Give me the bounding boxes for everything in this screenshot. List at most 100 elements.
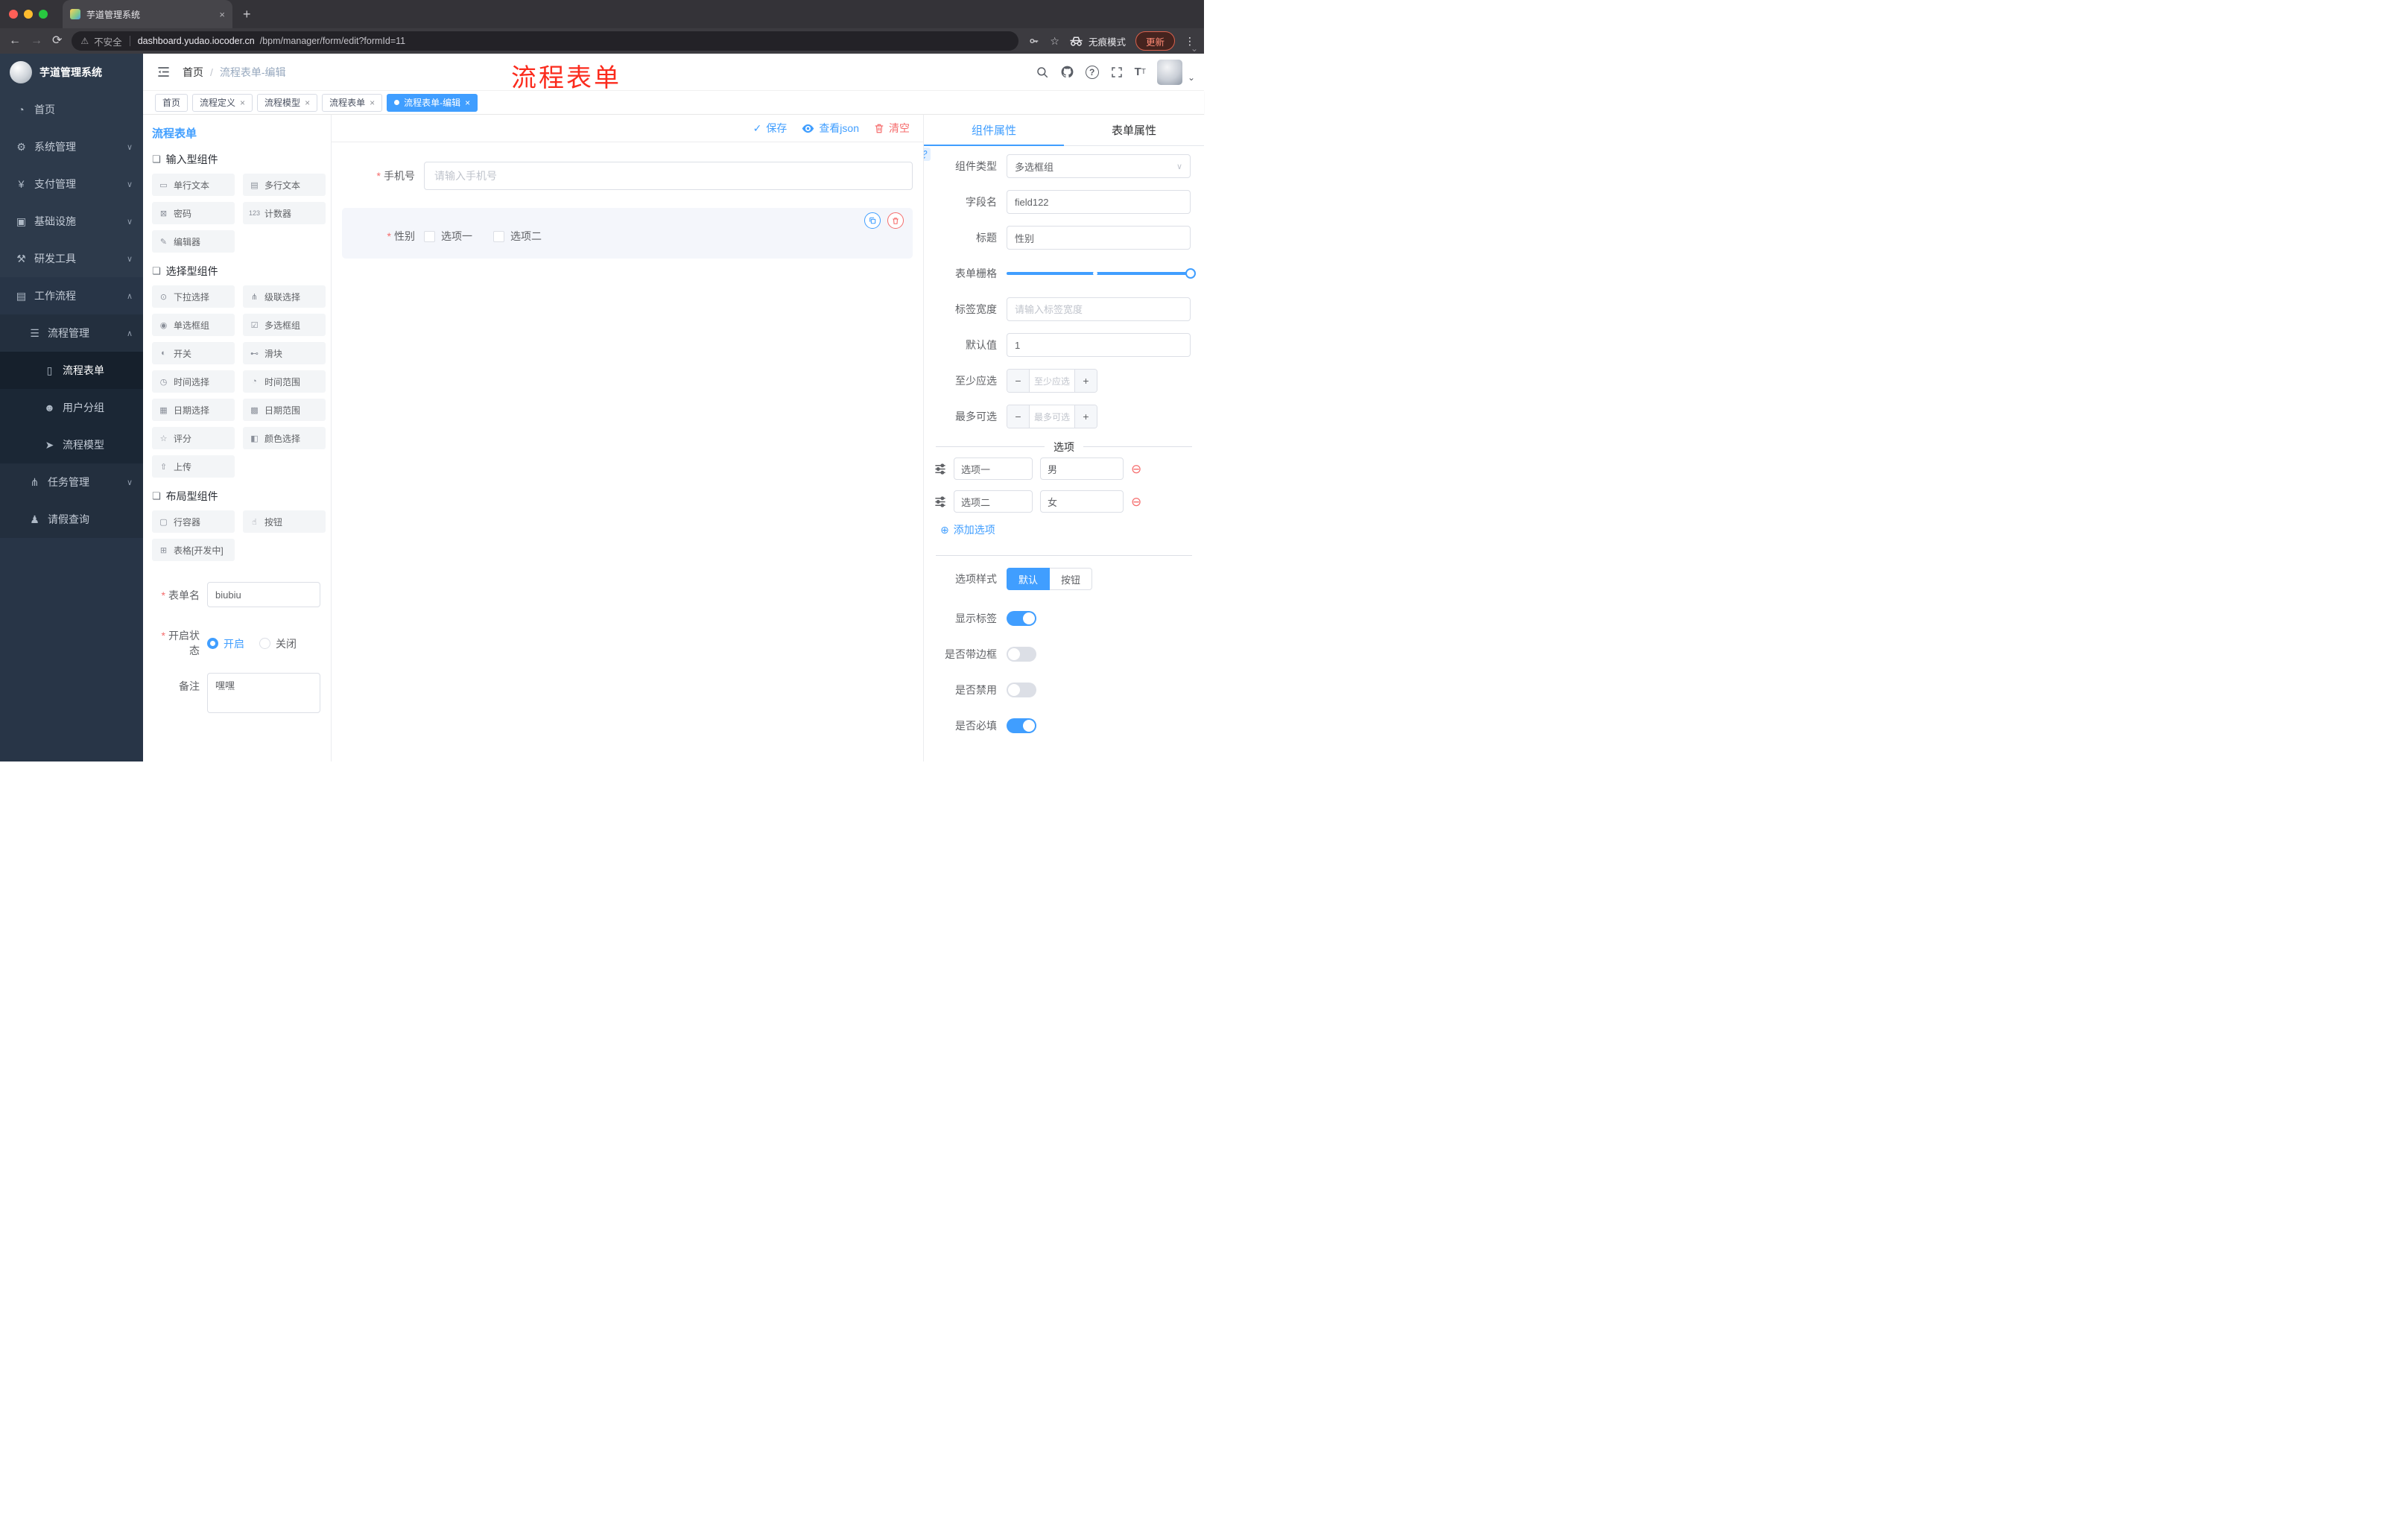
close-icon[interactable]: × — [465, 98, 470, 108]
sidebar-item-devtools[interactable]: ⚒ 研发工具 ∨ — [0, 240, 143, 277]
breadcrumb-home[interactable]: 首页 — [183, 65, 203, 80]
delete-component-button[interactable] — [887, 212, 904, 229]
form-name-input[interactable] — [207, 582, 320, 607]
view-json-button[interactable]: 查看json — [802, 121, 859, 136]
tag-process-form[interactable]: 流程表单 × — [322, 93, 383, 112]
reload-icon[interactable]: ⟳ — [52, 35, 62, 47]
canvas-field-gender-selected[interactable]: 性别 选项一 选项二 — [342, 208, 913, 259]
sidebar-item-process-model[interactable]: ➤ 流程模型 — [0, 426, 143, 463]
update-button[interactable]: 更新 — [1135, 31, 1175, 51]
drag-handle-icon[interactable] — [934, 463, 946, 475]
tab-form-props[interactable]: 表单属性 — [1064, 115, 1204, 145]
grid-slider[interactable] — [1007, 262, 1196, 285]
component-chip-rate[interactable]: ☆ 评分 — [152, 427, 235, 449]
sidebar-item-process-form[interactable]: ▯ 流程表单 — [0, 352, 143, 389]
sidebar-item-task-management[interactable]: ⋔ 任务管理 ∨ — [0, 463, 143, 501]
component-type-select[interactable]: 多选框组 ∨ — [1007, 154, 1191, 178]
key-icon[interactable] — [1028, 35, 1040, 47]
copy-component-button[interactable] — [864, 212, 881, 229]
option-value-input[interactable] — [1040, 457, 1124, 480]
back-icon[interactable]: ← — [9, 35, 21, 47]
close-icon[interactable]: × — [370, 98, 375, 108]
field-name-input[interactable] — [1007, 190, 1191, 214]
slider-handle[interactable] — [1185, 268, 1196, 279]
component-chip-date-range[interactable]: ▩ 日期范围 — [243, 399, 326, 421]
gender-checkbox-option2[interactable]: 选项二 — [493, 229, 542, 244]
label-width-input[interactable] — [1007, 297, 1191, 321]
sidebar-item-home[interactable]: ◔ 首页 — [0, 91, 143, 128]
forward-icon[interactable]: → — [31, 35, 42, 47]
status-radio-off[interactable]: 关闭 — [259, 629, 297, 658]
sidebar-item-user-group[interactable]: ☻ 用户分组 — [0, 389, 143, 426]
gender-checkbox-option1[interactable]: 选项一 — [424, 229, 472, 244]
avatar[interactable] — [1156, 59, 1182, 85]
style-button-button[interactable]: 按钮 — [1050, 568, 1093, 590]
required-toggle[interactable] — [1007, 718, 1036, 733]
component-chip-button[interactable]: ☝ 按钮 — [243, 510, 326, 533]
sidebar-item-workflow[interactable]: ▤ 工作流程 ∧ — [0, 277, 143, 314]
title-input[interactable] — [1007, 226, 1191, 250]
option-name-input[interactable] — [954, 490, 1033, 513]
component-chip-table[interactable]: ⊞ 表格[开发中] — [152, 539, 235, 561]
decrease-button[interactable]: − — [1007, 370, 1030, 392]
component-chip-upload[interactable]: ⇧ 上传 — [152, 455, 235, 478]
font-size-icon[interactable]: TT — [1135, 66, 1146, 78]
component-chip-cascader[interactable]: ⋔ 级联选择 — [243, 285, 326, 308]
component-chip-counter[interactable]: 123 计数器 — [243, 202, 326, 224]
sidebar-logo[interactable]: 芋道管理系统 — [0, 54, 143, 91]
search-icon[interactable] — [1036, 66, 1049, 79]
phone-input[interactable] — [424, 162, 913, 190]
chevron-down-icon[interactable]: ⌄ — [1191, 43, 1198, 54]
tab-component-props[interactable]: 组件属性 — [924, 115, 1064, 146]
sidebar-item-system[interactable]: ⚙ 系统管理 ∨ — [0, 128, 143, 165]
style-default-button[interactable]: 默认 — [1007, 568, 1051, 590]
component-chip-color-picker[interactable]: ◧ 颜色选择 — [243, 427, 326, 449]
clear-button[interactable]: 清空 — [874, 121, 910, 136]
component-chip-editor[interactable]: ✎ 编辑器 — [152, 230, 235, 253]
close-window-button[interactable] — [9, 10, 18, 19]
drag-handle-icon[interactable] — [934, 495, 946, 508]
tag-home[interactable]: 首页 — [155, 93, 188, 112]
address-bar[interactable]: ⚠ 不安全 dashboard.yudao.iocoder.cn/bpm/man… — [72, 31, 1019, 51]
tag-process-definition[interactable]: 流程定义 × — [192, 93, 253, 112]
increase-button[interactable]: + — [1074, 370, 1097, 392]
component-chip-slider[interactable]: ⊷ 滑块 — [243, 342, 326, 364]
github-icon[interactable] — [1060, 65, 1074, 79]
tag-process-model[interactable]: 流程模型 × — [257, 93, 318, 112]
sidebar-item-process-management[interactable]: ☰ 流程管理 ∧ — [0, 314, 143, 352]
chevron-down-icon[interactable]: ⌄ — [1188, 72, 1195, 83]
bookmark-star-icon[interactable]: ☆ — [1050, 35, 1059, 48]
component-chip-row-container[interactable]: ▢ 行容器 — [152, 510, 235, 533]
option-name-input[interactable] — [954, 457, 1033, 480]
increase-button[interactable]: + — [1074, 405, 1097, 428]
canvas-field-phone[interactable]: 手机号 — [342, 162, 913, 190]
close-icon[interactable]: × — [240, 98, 245, 108]
max-select-value[interactable]: 最多可选 — [1030, 405, 1074, 428]
add-option-button[interactable]: ⊕ 添加选项 — [940, 522, 1192, 537]
decrease-button[interactable]: − — [1007, 405, 1030, 428]
component-chip-switch[interactable]: ◐ 开关 — [152, 342, 235, 364]
browser-tab[interactable]: 芋道管理系统 × — [63, 0, 232, 28]
component-chip-checkbox-group[interactable]: ☑ 多选框组 — [243, 314, 326, 336]
sidebar-item-payment[interactable]: ¥ 支付管理 ∨ — [0, 165, 143, 203]
min-select-value[interactable]: 至少应选 — [1030, 370, 1074, 392]
zoom-window-button[interactable] — [39, 10, 48, 19]
close-icon[interactable]: × — [305, 98, 310, 108]
sidebar-item-leave-query[interactable]: ♟ 请假查询 — [0, 501, 143, 538]
component-chip-time-range[interactable]: ◔ 时间范围 — [243, 370, 326, 393]
save-button[interactable]: ✓ 保存 — [753, 121, 788, 136]
component-chip-single-line-text[interactable]: ▭ 单行文本 — [152, 174, 235, 196]
option-value-input[interactable] — [1040, 490, 1124, 513]
form-remark-textarea[interactable]: 嘿嘿 — [207, 673, 320, 713]
border-toggle[interactable] — [1007, 647, 1036, 662]
security-label[interactable]: 不安全 — [94, 34, 122, 48]
tag-process-form-edit[interactable]: 流程表单-编辑 × — [387, 93, 478, 112]
component-chip-date-picker[interactable]: ▦ 日期选择 — [152, 399, 235, 421]
component-chip-multi-line-text[interactable]: ▤ 多行文本 — [243, 174, 326, 196]
close-tab-icon[interactable]: × — [219, 9, 225, 20]
sidebar-item-infrastructure[interactable]: ▣ 基础设施 ∨ — [0, 203, 143, 240]
status-radio-on[interactable]: 开启 — [207, 629, 244, 658]
minimize-window-button[interactable] — [24, 10, 33, 19]
show-label-toggle[interactable] — [1007, 611, 1036, 626]
remove-option-icon[interactable]: ⊖ — [1131, 495, 1141, 508]
